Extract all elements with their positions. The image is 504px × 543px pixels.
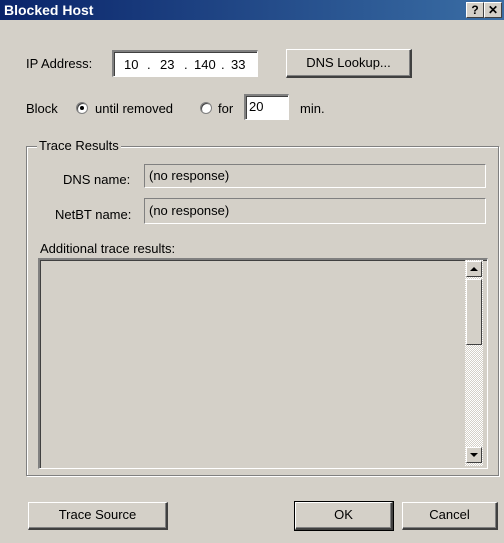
dns-lookup-button[interactable]: DNS Lookup... <box>286 49 412 78</box>
window-title: Blocked Host <box>4 2 94 18</box>
title-bar: Blocked Host ? ✕ <box>0 0 504 20</box>
ip-octet-4[interactable]: 33 <box>231 57 245 72</box>
ok-label: OK <box>334 507 353 522</box>
ip-dot-2: . <box>184 57 188 72</box>
until-removed-label[interactable]: until removed <box>95 101 173 116</box>
radio-selected-dot <box>80 106 84 110</box>
help-icon: ? <box>471 3 479 17</box>
for-radio[interactable] <box>200 102 212 114</box>
trace-results-label: Trace Results <box>37 138 121 153</box>
minutes-input[interactable]: 20 <box>244 94 289 120</box>
ip-octet-2[interactable]: 23 <box>160 57 174 72</box>
netbt-name-label: NetBT name: <box>55 207 132 222</box>
minutes-value: 20 <box>249 99 264 114</box>
ip-address-field[interactable]: 10 . 23 . 140 . 33 <box>112 50 258 77</box>
scroll-up-button[interactable] <box>466 261 482 277</box>
until-removed-radio[interactable] <box>76 102 88 114</box>
help-button[interactable]: ? <box>466 2 484 18</box>
additional-trace-results-box[interactable] <box>38 258 488 469</box>
minutes-unit-label: min. <box>300 101 325 116</box>
vertical-scrollbar[interactable] <box>465 260 483 466</box>
scroll-thumb[interactable] <box>466 279 482 345</box>
dns-name-field: (no response) <box>144 164 486 188</box>
close-button[interactable]: ✕ <box>484 2 502 18</box>
additional-trace-label: Additional trace results: <box>40 241 176 256</box>
netbt-name-value: (no response) <box>149 203 230 218</box>
trace-source-button[interactable]: Trace Source <box>28 502 168 530</box>
block-label: Block <box>26 101 58 116</box>
close-icon: ✕ <box>487 3 499 17</box>
scroll-down-button[interactable] <box>466 447 482 463</box>
ip-address-label: IP Address: <box>26 56 93 71</box>
cancel-label: Cancel <box>429 507 470 522</box>
arrow-down-icon <box>470 453 478 457</box>
arrow-up-icon <box>470 267 478 271</box>
trace-source-label: Trace Source <box>58 507 137 522</box>
ip-octet-1[interactable]: 10 <box>124 57 138 72</box>
ip-dot-1: . <box>147 57 151 72</box>
cancel-button[interactable]: Cancel <box>402 502 498 530</box>
dns-name-label: DNS name: <box>63 172 131 187</box>
for-label[interactable]: for <box>218 101 233 116</box>
netbt-name-field: (no response) <box>144 198 486 224</box>
ok-button[interactable]: OK <box>294 501 394 531</box>
dns-name-value: (no response) <box>149 168 230 183</box>
ip-dot-3: . <box>221 57 225 72</box>
ip-octet-3[interactable]: 140 <box>194 57 216 72</box>
